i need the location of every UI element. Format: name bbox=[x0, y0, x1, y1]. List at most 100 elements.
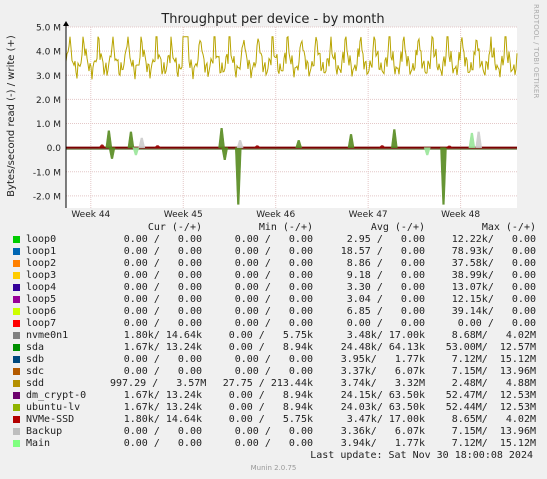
legend-row-backup: Backup 0.00 / 0.00 0.00 / 0.00 3.36k/ 6.07k… bbox=[12, 426, 542, 438]
legend-swatch bbox=[13, 320, 20, 327]
legend-avg-value: 3.47k/ 17.00k bbox=[346, 414, 425, 425]
legend-cur-value: 0.00 / 0.00 bbox=[123, 354, 202, 365]
legend-swatch bbox=[13, 308, 20, 315]
legend-row-loop5: loop5 0.00 / 0.00 0.00 / 0.00 3.04 / 0.00 12… bbox=[12, 294, 542, 306]
legend-avg-value: 3.37k/ 6.07k bbox=[340, 366, 425, 377]
legend-min-value: 0.00 / 5.75k bbox=[228, 414, 313, 425]
legend-cur-value: 997.29 / 3.57M bbox=[110, 378, 207, 389]
legend-series-name: loop4 bbox=[26, 282, 57, 293]
legend-cur-value: 0.00 / 0.00 bbox=[123, 234, 202, 245]
legend-max-value: 7.15M/ 13.96M bbox=[451, 426, 536, 437]
legend-min-value: 0.00 / 0.00 bbox=[234, 318, 313, 329]
legend-avg-value: 6.85 / 0.00 bbox=[346, 306, 425, 317]
legend-avg-value: 3.95k/ 1.77k bbox=[340, 354, 425, 365]
legend-swatch bbox=[13, 428, 20, 435]
legend-min-value: 0.00 / 0.00 bbox=[234, 234, 313, 245]
legend-max-value: 53.00M/ 12.57M bbox=[445, 342, 536, 353]
legend-row-loop0: loop0 0.00 / 0.00 0.00 / 0.00 2.95 / 0.00 12… bbox=[12, 234, 542, 246]
legend-max-value: 78.93k/ 0.00 bbox=[451, 246, 536, 257]
legend-series-name: Main bbox=[26, 438, 51, 449]
legend-series-name: dm_crypt-0 bbox=[26, 390, 87, 401]
legend-row-loop4: loop4 0.00 / 0.00 0.00 / 0.00 3.30 / 0.00 13… bbox=[12, 282, 542, 294]
legend-min-value: 0.00 / 0.00 bbox=[234, 282, 313, 293]
legend-swatch bbox=[13, 236, 20, 243]
legend-row-ubuntu-lv: ubuntu-lv 1.67k/ 13.24k 0.00 / 8.94k 24.03k… bbox=[12, 402, 542, 414]
legend-max-value: 0.00 / 0.00 bbox=[457, 318, 536, 329]
legend-row-dm_crypt-0: dm_crypt-0 1.67k/ 13.24k 0.00 / 8.94k 24.15… bbox=[12, 390, 542, 402]
y-axis-arrow bbox=[63, 21, 69, 26]
legend-row-loop2: loop2 0.00 / 0.00 0.00 / 0.00 8.86 / 0.00 37… bbox=[12, 258, 542, 270]
legend-min-value: 0.00 / 0.00 bbox=[234, 366, 313, 377]
legend-max-value: 38.99k/ 0.00 bbox=[451, 270, 536, 281]
munin-version: Munin 2.0.75 bbox=[250, 464, 297, 472]
legend-avg-value: 24.03k/ 63.50k bbox=[340, 402, 425, 413]
y-tick-label: 3.0 M bbox=[36, 72, 61, 82]
legend-swatch bbox=[13, 260, 20, 267]
legend-swatch bbox=[13, 272, 20, 279]
legend-series-name: loop5 bbox=[26, 294, 57, 305]
throughput-chart: Throughput per device - by month Bytes/s… bbox=[6, 12, 518, 220]
x-tick-label: Week 46 bbox=[256, 210, 295, 220]
legend-max-value: 52.47M/ 12.53M bbox=[445, 390, 536, 401]
y-tick-label: 4.0 M bbox=[36, 48, 61, 58]
legend-series-name: NVMe-SSD bbox=[26, 414, 75, 425]
header-min: Min (-/+) bbox=[258, 222, 313, 233]
legend-swatch bbox=[13, 380, 20, 387]
legend-cur-value: 1.67k/ 13.24k bbox=[123, 402, 202, 413]
legend-row-nvme-ssd: NVMe-SSD 1.80k/ 14.64k 0.00 / 5.75k 3.47k/ … bbox=[12, 414, 542, 426]
legend-cur-value: 1.80k/ 14.64k bbox=[123, 330, 202, 341]
legend-cur-value: 1.67k/ 13.24k bbox=[123, 342, 202, 353]
legend-series-name: loop6 bbox=[26, 306, 57, 317]
legend-cur-value: 0.00 / 0.00 bbox=[123, 258, 202, 269]
legend-avg-value: 3.48k/ 17.00k bbox=[346, 330, 425, 341]
legend-header: Cur (-/+) Min (-/+) Avg (-/+) Max (-/+) bbox=[12, 222, 542, 234]
legend-swatch bbox=[13, 356, 20, 363]
legend-swatch bbox=[13, 344, 20, 351]
legend-max-value: 2.48M/ 4.88M bbox=[451, 378, 536, 389]
legend-min-value: 0.00 / 5.75k bbox=[228, 330, 313, 341]
legend-row-loop6: loop6 0.00 / 0.00 0.00 / 0.00 6.85 / 0.00 39… bbox=[12, 306, 542, 318]
legend-series-name: loop3 bbox=[26, 270, 57, 281]
legend-min-value: 0.00 / 0.00 bbox=[234, 354, 313, 365]
x-tick-label: Week 47 bbox=[349, 210, 388, 220]
y-tick-label: 2.0 M bbox=[36, 96, 61, 106]
legend-swatch bbox=[13, 368, 20, 375]
legend-avg-value: 9.18 / 0.00 bbox=[346, 270, 425, 281]
legend-row-sdb: sdb 0.00 / 0.00 0.00 / 0.00 3.95k/ 1.77k 7.1… bbox=[12, 354, 542, 366]
header-max: Max (-/+) bbox=[481, 222, 536, 233]
legend-min-value: 0.00 / 0.00 bbox=[234, 438, 313, 449]
legend-max-value: 12.22k/ 0.00 bbox=[451, 234, 536, 245]
legend-cur-value: 0.00 / 0.00 bbox=[123, 426, 202, 437]
legend-cur-value: 0.00 / 0.00 bbox=[123, 366, 202, 377]
y-tick-label: 1.0 M bbox=[36, 120, 61, 130]
header-avg: Avg (-/+) bbox=[370, 222, 425, 233]
legend-swatch bbox=[13, 284, 20, 291]
legend-swatch bbox=[13, 296, 20, 303]
legend-cur-value: 0.00 / 0.00 bbox=[123, 246, 202, 257]
legend-row-main: Main 0.00 / 0.00 0.00 / 0.00 3.94k/ 1.77k 7.… bbox=[12, 438, 542, 450]
legend-row-loop3: loop3 0.00 / 0.00 0.00 / 0.00 9.18 / 0.00 38… bbox=[12, 270, 542, 282]
legend-swatch bbox=[13, 248, 20, 255]
legend-avg-value: 3.04 / 0.00 bbox=[346, 294, 425, 305]
x-tick-label: Week 48 bbox=[441, 210, 480, 220]
rrdtool-credit: RRDTOOL / TOBI OETIKER bbox=[532, 4, 540, 99]
legend-avg-value: 18.57 / 0.00 bbox=[340, 246, 425, 257]
legend-swatch bbox=[13, 416, 20, 423]
legend-swatch bbox=[13, 404, 20, 411]
legend-row-nvme0n1: nvme0n1 1.80k/ 14.64k 0.00 / 5.75k 3.48k/ 1… bbox=[12, 330, 542, 342]
legend-row-sdd: sdd 997.29 / 3.57M 27.75 / 213.44k 3.74k/ 3… bbox=[12, 378, 542, 390]
legend-avg-value: 2.95 / 0.00 bbox=[346, 234, 425, 245]
legend-max-value: 7.12M/ 15.12M bbox=[451, 354, 536, 365]
chart-title: Throughput per device - by month bbox=[160, 12, 384, 27]
legend-cur-value: 0.00 / 0.00 bbox=[123, 270, 202, 281]
y-axis-label: Bytes/second read (-) / write (+) bbox=[6, 35, 17, 197]
legend-max-value: 8.68M/ 4.02M bbox=[451, 330, 536, 341]
legend-row-loop7: loop7 0.00 / 0.00 0.00 / 0.00 0.00 / 0.00 0.… bbox=[12, 318, 542, 330]
legend-series-name: nvme0n1 bbox=[26, 330, 69, 341]
x-tick-label: Week 44 bbox=[71, 210, 110, 220]
legend-row-loop1: loop1 0.00 / 0.00 0.00 / 0.00 18.57 / 0.00 7… bbox=[12, 246, 542, 258]
legend-series-name: sdb bbox=[26, 354, 45, 365]
legend-min-value: 0.00 / 0.00 bbox=[234, 270, 313, 281]
legend-series-name: Backup bbox=[26, 426, 63, 437]
legend-series-name: ubuntu-lv bbox=[26, 402, 81, 413]
